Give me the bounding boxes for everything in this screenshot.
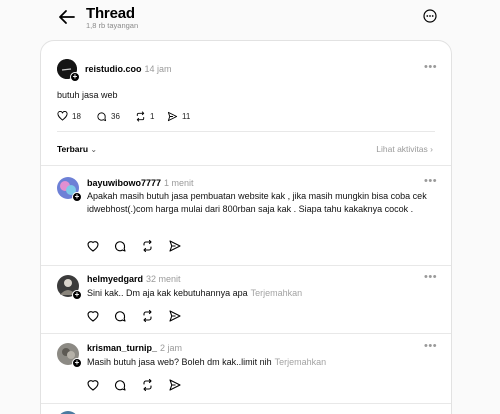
avatar[interactable]: + <box>57 59 80 82</box>
reply-options-icon[interactable]: ••• <box>424 340 437 352</box>
repost-button[interactable]: 1 <box>135 111 154 122</box>
avatar[interactable]: + <box>57 343 82 368</box>
reply-time: 1 menit <box>164 178 194 188</box>
repost-count: 1 <box>150 112 155 121</box>
reply-actions <box>87 239 195 253</box>
activity-label: Lihat aktivitas <box>376 144 428 154</box>
comment-icon[interactable] <box>114 309 141 323</box>
repost-icon[interactable] <box>141 309 168 323</box>
reply-text: Sini kak.. Dm aja kak kebutuhannya apa Te… <box>87 287 437 300</box>
avatar[interactable]: + <box>57 177 82 202</box>
repost-icon[interactable] <box>141 239 168 253</box>
reply-actions <box>87 378 195 392</box>
post-author[interactable]: reistudio.coo 14 jam <box>85 64 172 74</box>
avatar[interactable]: + <box>57 275 82 300</box>
send-icon[interactable] <box>168 239 195 253</box>
divider <box>41 165 451 166</box>
translate-link[interactable]: Terjemahkan <box>251 288 303 298</box>
follow-plus-icon[interactable]: + <box>72 192 82 202</box>
arrow-left-icon[interactable] <box>58 9 76 25</box>
reply-options-icon[interactable]: ••• <box>424 175 437 187</box>
divider <box>41 403 451 404</box>
reply-text: Masih butuh jasa web? Boleh dm kak..limi… <box>87 356 437 369</box>
reply-count: 36 <box>111 112 120 121</box>
reply-text-content: Sini kak.. Dm aja kak kebutuhannya apa <box>87 288 248 298</box>
sort-dropdown[interactable]: Terbaru ⌄ <box>57 144 97 154</box>
heart-icon[interactable] <box>87 309 114 323</box>
like-count: 18 <box>72 111 81 121</box>
reply-actions <box>87 309 195 323</box>
heart-icon[interactable] <box>87 378 114 392</box>
more-circle-icon[interactable] <box>423 9 437 23</box>
repost-icon[interactable] <box>141 378 168 392</box>
follow-plus-icon[interactable]: + <box>72 290 82 300</box>
repost-icon <box>136 111 145 122</box>
follow-plus-icon[interactable]: + <box>72 358 82 368</box>
username[interactable]: bayuwibowo7777 <box>87 178 161 188</box>
like-button[interactable]: 18 <box>57 111 81 121</box>
send-icon[interactable] <box>168 378 195 392</box>
comment-icon[interactable] <box>114 378 141 392</box>
comment-icon <box>97 112 107 122</box>
post-time: 14 jam <box>144 64 172 74</box>
header: Thread 1,8 rb tayangan <box>0 0 500 40</box>
page-title: Thread <box>86 5 135 22</box>
username[interactable]: reistudio.coo <box>85 64 142 74</box>
chevron-down-icon: ⌄ <box>90 145 98 154</box>
heart-icon[interactable] <box>87 239 114 253</box>
translate-link[interactable]: Terjemahkan <box>275 357 327 367</box>
chevron-right-icon: › <box>430 144 433 154</box>
reply-button[interactable]: 36 <box>96 111 120 122</box>
view-activity-link[interactable]: Lihat aktivitas › <box>376 144 433 154</box>
heart-icon <box>57 111 68 121</box>
divider <box>41 333 451 334</box>
post-options-icon[interactable]: ••• <box>424 61 437 73</box>
share-button[interactable]: 11 <box>167 111 190 122</box>
reply-options-icon[interactable]: ••• <box>424 271 437 283</box>
send-icon[interactable] <box>168 309 195 323</box>
username[interactable]: krisman_turnip_ <box>87 343 157 353</box>
reply-text: Apakah masih butuh jasa pembuatan websit… <box>87 191 427 214</box>
views-count: 1,8 rb tayangan <box>86 21 139 30</box>
divider <box>57 131 435 132</box>
follow-plus-icon[interactable]: + <box>70 72 80 82</box>
send-icon <box>167 111 178 122</box>
sort-label: Terbaru <box>57 144 89 154</box>
reply-time: 32 menit <box>146 274 181 284</box>
reply-author[interactable]: krisman_turnip_ 2 jam <box>87 343 182 353</box>
post-text: butuh jasa web <box>57 90 118 100</box>
username[interactable]: helmyedgard <box>87 274 143 284</box>
divider <box>41 265 451 266</box>
share-count: 11 <box>182 112 191 121</box>
reply-author[interactable]: helmyedgard 32 menit <box>87 274 181 284</box>
comment-icon[interactable] <box>114 239 141 253</box>
reply-text-content: Masih butuh jasa web? Boleh dm kak..limi… <box>87 357 272 367</box>
thread-card: + reistudio.coo 14 jam ••• butuh jasa web… <box>40 40 452 414</box>
reply-author[interactable]: bayuwibowo7777 1 menit <box>87 178 194 188</box>
reply-time: 2 jam <box>160 343 183 353</box>
